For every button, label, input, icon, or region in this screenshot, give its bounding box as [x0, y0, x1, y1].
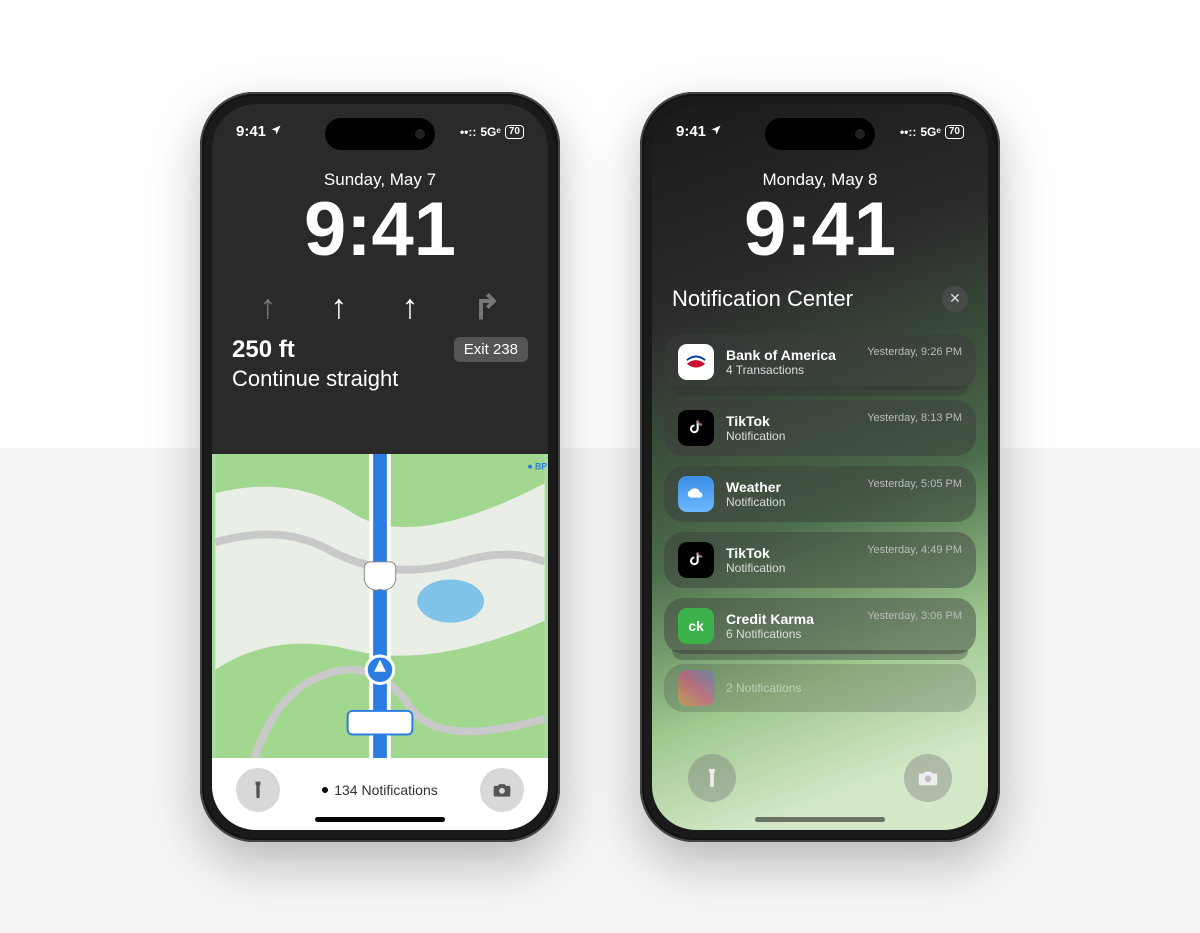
- weather-icon: [678, 476, 714, 512]
- notif-timestamp: Yesterday, 4:49 PM: [867, 544, 962, 556]
- location-icon: [710, 123, 722, 140]
- notif-subtitle: 2 Notifications: [726, 681, 962, 695]
- battery-icon: 70: [505, 125, 524, 139]
- close-button[interactable]: ✕: [942, 286, 968, 312]
- notif-timestamp: Yesterday, 9:26 PM: [867, 346, 962, 358]
- notif-app-name: Weather: [726, 479, 855, 495]
- notif-app-name: Bank of America: [726, 347, 855, 363]
- lane-arrow-straight-icon: ↑: [401, 288, 418, 328]
- notif-subtitle: Notification: [726, 495, 855, 509]
- lockscreen-maps: 9:41 ••:: 5Gᵉ 70 Sunday, May 7 9:41 ↑ ↑ …: [212, 104, 548, 830]
- notif-count-label: 134 Notifications: [334, 782, 438, 798]
- dynamic-island: [325, 118, 435, 150]
- tiktok-icon: [678, 410, 714, 446]
- nav-instruction: Continue straight: [212, 364, 548, 404]
- credit-karma-icon: ck: [678, 608, 714, 644]
- lockscreen-notification-center: 9:41 ••:: 5Gᵉ 70 Monday, May 8 9:41 Noti…: [652, 104, 988, 830]
- notif-subtitle: 6 Notifications: [726, 627, 855, 641]
- notification-item[interactable]: TikTok Notification Yesterday, 4:49 PM: [664, 532, 976, 588]
- instagram-icon: [678, 670, 714, 706]
- lockscreen-time: 9:41: [212, 192, 548, 268]
- close-icon: ✕: [949, 290, 961, 307]
- nav-distance: 250 ft: [232, 336, 295, 364]
- map-poi-label: BP: [535, 461, 547, 471]
- notification-item[interactable]: ck Credit Karma 6 Notifications Yesterda…: [664, 598, 976, 654]
- map-view[interactable]: ● BP: [212, 454, 548, 758]
- camera-button[interactable]: [904, 754, 952, 802]
- location-icon: [270, 123, 282, 140]
- notification-item[interactable]: 2 Notifications: [664, 664, 976, 712]
- notif-subtitle: 4 Transactions: [726, 363, 855, 377]
- lane-arrow-right-dim-icon: ↱: [472, 288, 501, 328]
- notif-app-name: TikTok: [726, 545, 855, 561]
- camera-button[interactable]: [480, 768, 524, 812]
- dot-icon: [322, 787, 328, 793]
- notif-timestamp: Yesterday, 5:05 PM: [867, 478, 962, 490]
- network-label: 5Gᵉ: [480, 125, 501, 139]
- notification-item[interactable]: TikTok Notification Yesterday, 8:13 PM: [664, 400, 976, 456]
- notification-item[interactable]: Bank of America 4 Transactions Yesterday…: [664, 334, 976, 390]
- nav-exit-badge: Exit 238: [454, 337, 528, 362]
- svg-text:●: ●: [527, 461, 533, 472]
- bank-of-america-icon: [678, 344, 714, 380]
- flashlight-button[interactable]: [236, 768, 280, 812]
- home-indicator[interactable]: [315, 817, 445, 822]
- notif-subtitle: Notification: [726, 561, 855, 575]
- lane-arrow-straight-dim-icon: ↑: [259, 288, 276, 328]
- notification-list[interactable]: Bank of America 4 Transactions Yesterday…: [664, 334, 976, 740]
- notification-item[interactable]: Weather Notification Yesterday, 5:05 PM: [664, 466, 976, 522]
- phone-right: 9:41 ••:: 5Gᵉ 70 Monday, May 8 9:41 Noti…: [640, 92, 1000, 842]
- status-time: 9:41: [676, 123, 706, 140]
- notification-summary[interactable]: 134 Notifications: [322, 782, 438, 798]
- notif-app-name: Credit Karma: [726, 611, 855, 627]
- cell-signal-icon: ••::: [900, 125, 916, 139]
- lane-guidance: ↑ ↑ ↑ ↱: [212, 268, 548, 336]
- cell-signal-icon: ••::: [460, 125, 476, 139]
- notif-app-name: TikTok: [726, 413, 855, 429]
- notif-timestamp: Yesterday, 3:06 PM: [867, 610, 962, 622]
- phone-left: 9:41 ••:: 5Gᵉ 70 Sunday, May 7 9:41 ↑ ↑ …: [200, 92, 560, 842]
- lane-arrow-straight-icon: ↑: [330, 288, 347, 328]
- home-indicator[interactable]: [755, 817, 885, 822]
- notif-subtitle: Notification: [726, 429, 855, 443]
- notif-timestamp: Yesterday, 8:13 PM: [867, 412, 962, 424]
- status-time: 9:41: [236, 123, 266, 140]
- tiktok-icon: [678, 542, 714, 578]
- dynamic-island: [765, 118, 875, 150]
- notification-center-title: Notification Center: [672, 286, 853, 312]
- battery-icon: 70: [945, 125, 964, 139]
- flashlight-button[interactable]: [688, 754, 736, 802]
- lockscreen-time: 9:41: [652, 192, 988, 268]
- network-label: 5Gᵉ: [920, 125, 941, 139]
